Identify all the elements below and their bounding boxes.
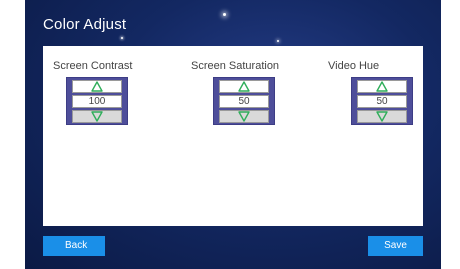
screen-saturation-control: Screen Saturation <box>191 60 279 72</box>
video-hue-control: Video Hue <box>328 60 379 72</box>
save-button[interactable]: Save <box>368 236 423 256</box>
chevron-up-outline-icon <box>376 81 388 92</box>
star-decoration <box>277 40 279 42</box>
decrease-button[interactable] <box>219 110 269 123</box>
chevron-up-outline-icon <box>238 81 250 92</box>
back-button[interactable]: Back <box>43 236 105 256</box>
value-field[interactable]: 100 <box>72 95 122 108</box>
screen-saturation-spinner: 50 <box>213 77 275 125</box>
control-label: Screen Contrast <box>53 60 133 72</box>
value-field[interactable]: 50 <box>219 95 269 108</box>
chevron-down-outline-icon <box>238 111 250 122</box>
value-field[interactable]: 50 <box>357 95 407 108</box>
settings-panel: Screen Contrast 100 Screen Saturation 50… <box>43 46 423 226</box>
control-label: Video Hue <box>328 60 380 72</box>
color-adjust-screen: Color Adjust Screen Contrast 100 Screen … <box>25 0 441 269</box>
video-hue-spinner: 50 <box>351 77 413 125</box>
increase-button[interactable] <box>357 80 407 93</box>
control-label: Screen Saturation <box>191 60 280 72</box>
screen-contrast-control: Screen Contrast <box>53 60 132 72</box>
increase-button[interactable] <box>219 80 269 93</box>
screen-contrast-spinner: 100 <box>66 77 128 125</box>
decrease-button[interactable] <box>72 110 122 123</box>
decrease-button[interactable] <box>357 110 407 123</box>
chevron-down-outline-icon <box>91 111 103 122</box>
increase-button[interactable] <box>72 80 122 93</box>
star-decoration <box>223 13 226 16</box>
chevron-down-outline-icon <box>376 111 388 122</box>
chevron-up-outline-icon <box>91 81 103 92</box>
star-decoration <box>121 37 123 39</box>
page-title: Color Adjust <box>43 16 127 33</box>
